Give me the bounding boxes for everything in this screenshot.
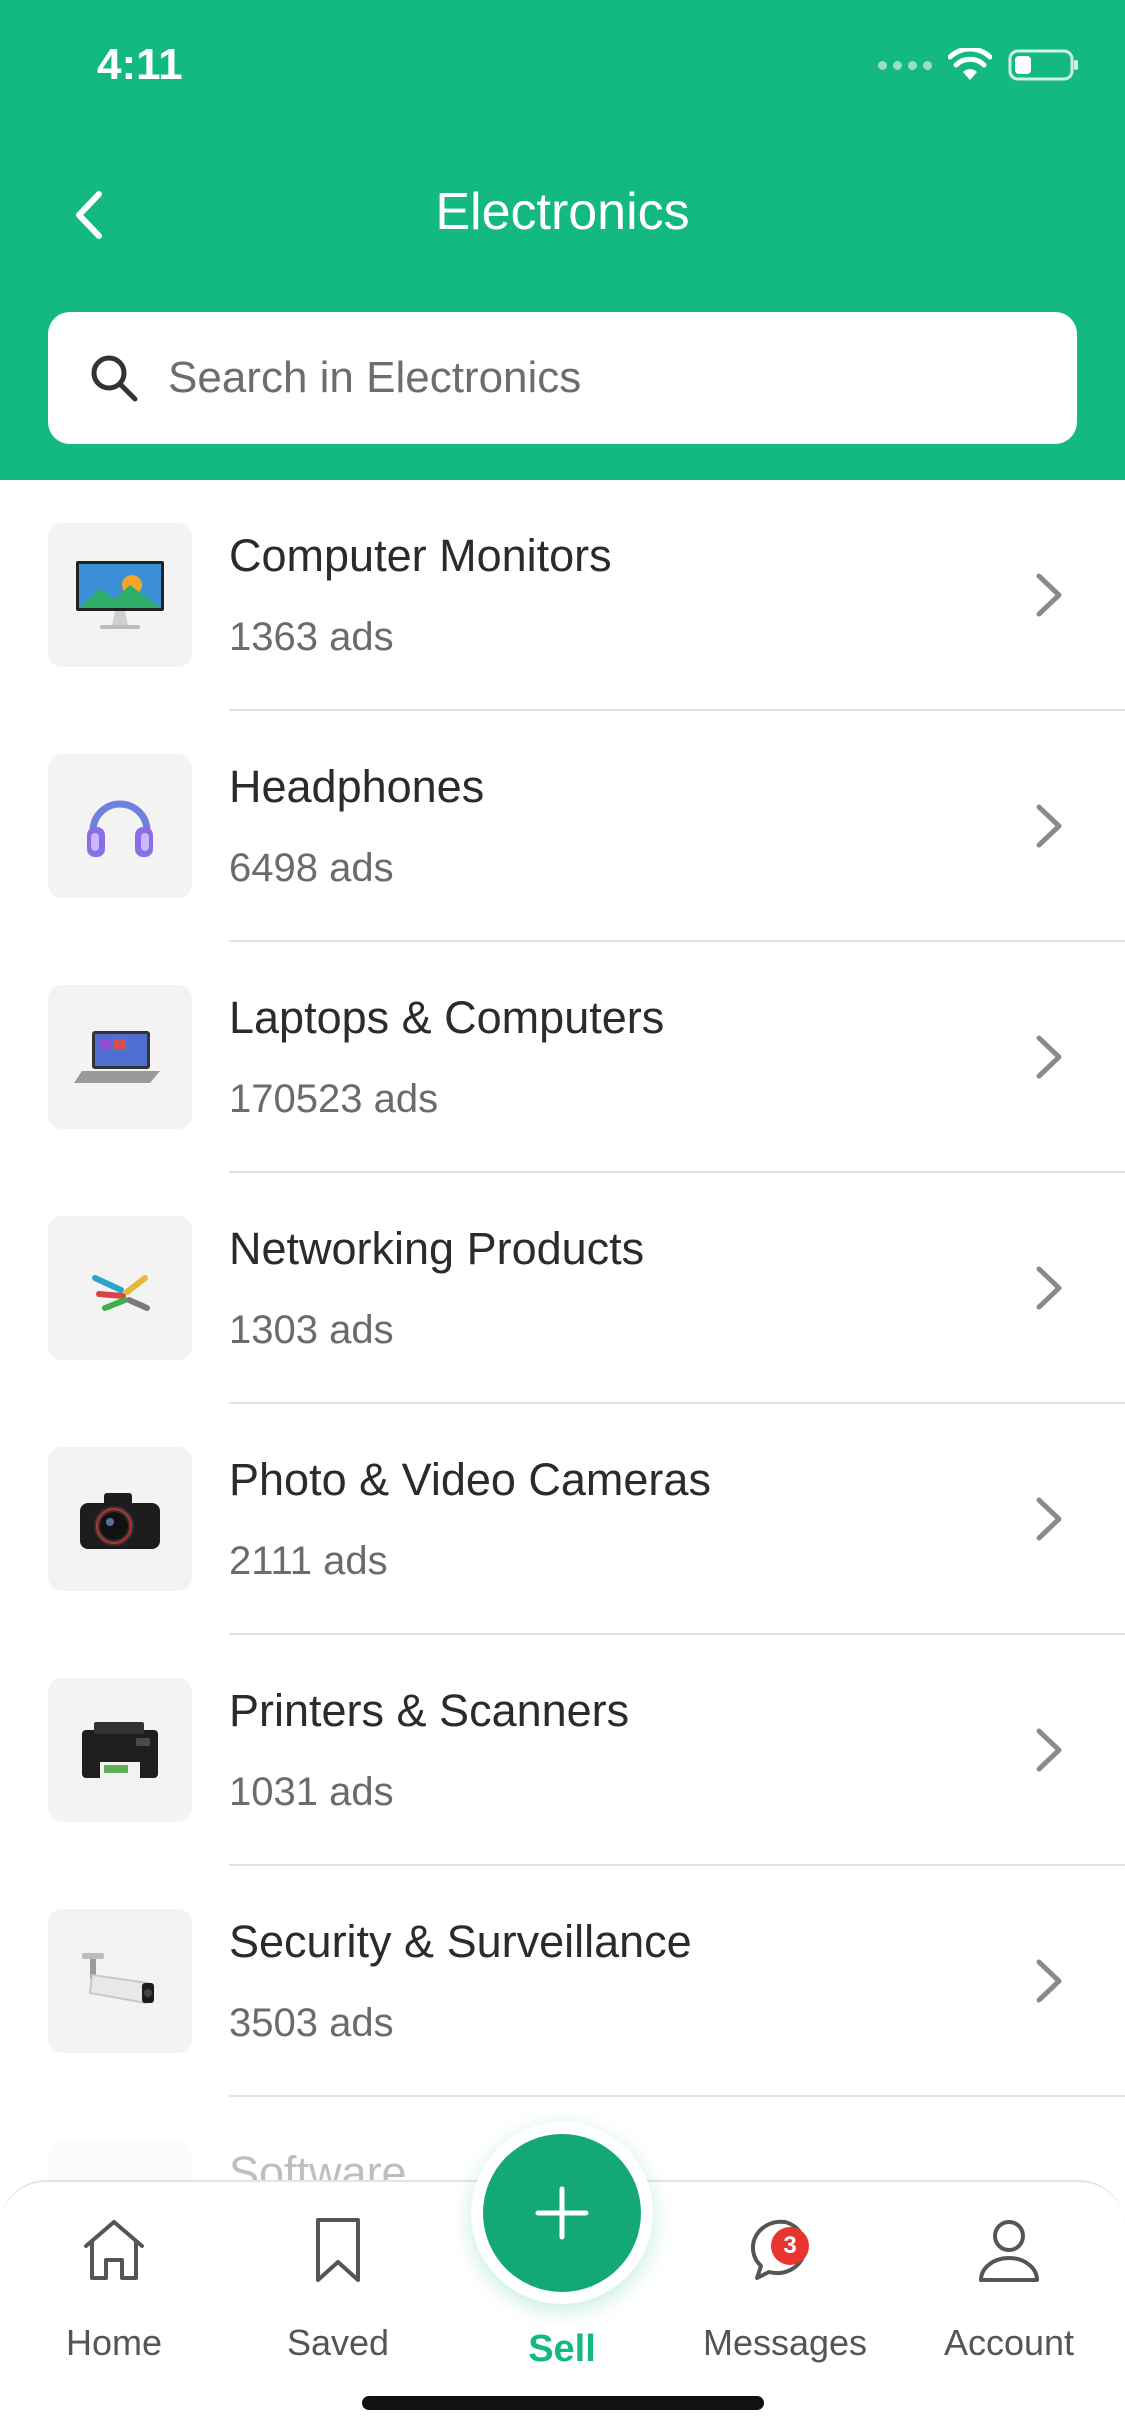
chevron-right-icon — [1036, 1959, 1062, 2003]
tab-label: Saved — [286, 2322, 390, 2363]
list-item[interactable]: Headphones 6498 ads — [0, 711, 1125, 942]
chevron-right-icon — [1036, 1497, 1062, 1541]
laptop-icon — [48, 985, 192, 1129]
list-item[interactable]: Photo & Video Cameras 2111 ads — [0, 1404, 1125, 1635]
tab-label: Home — [65, 2322, 163, 2363]
list-item[interactable]: Laptops & Computers 170523 ads — [0, 942, 1125, 1173]
list-item[interactable]: Printers & Scanners 1031 ads — [0, 1635, 1125, 1866]
page-title: Electronics — [435, 183, 690, 241]
sell-button-circle — [483, 2134, 641, 2292]
category-count: 1363 ads — [229, 615, 394, 659]
category-count: 170523 ads — [229, 1077, 439, 1121]
monitor-icon — [48, 523, 192, 667]
tab-saved[interactable]: Saved — [243, 2216, 433, 2364]
category-count: 2111 ads — [229, 1539, 388, 1583]
search-input[interactable]: Search in Electronics — [48, 312, 1077, 444]
chevron-right-icon — [1036, 1266, 1062, 1310]
category-count: 6498 ads — [229, 846, 394, 890]
list-item[interactable]: Computer Monitors 1363 ads — [0, 480, 1125, 711]
headphones-icon — [48, 754, 192, 898]
search-icon — [91, 355, 138, 402]
category-count: 1031 ads — [229, 1770, 394, 1814]
camera-icon — [48, 1447, 192, 1591]
network-cable-icon — [48, 1216, 192, 1360]
printer-icon — [48, 1678, 192, 1822]
tab-label: Messages — [702, 2322, 868, 2363]
category-name: Security & Surveillance — [229, 1916, 692, 1967]
battery-icon — [1008, 49, 1078, 81]
home-icon — [84, 2220, 144, 2280]
category-count: 1303 ads — [229, 1308, 394, 1352]
cctv-camera-icon — [48, 1909, 192, 2053]
home-indicator — [362, 2396, 764, 2410]
bookmark-icon — [316, 2218, 360, 2282]
wifi-icon — [948, 48, 992, 80]
category-count: 3503 ads — [229, 2001, 394, 2045]
messages-badge: 3 — [771, 2227, 809, 2265]
sell-label: Sell — [528, 2328, 596, 2370]
category-name: Printers & Scanners — [229, 1685, 630, 1736]
status-time: 4:11 — [97, 40, 183, 89]
chevron-right-icon — [1036, 1035, 1062, 1079]
category-name: Computer Monitors — [229, 530, 612, 581]
sell-button[interactable] — [471, 2122, 653, 2304]
category-name: Networking Products — [229, 1223, 645, 1274]
tab-home[interactable]: Home — [19, 2216, 209, 2364]
category-list: Computer Monitors 1363 ads Headphones 64… — [0, 480, 1125, 2328]
chevron-right-icon — [1036, 1728, 1062, 1772]
user-icon — [979, 2220, 1039, 2282]
tab-account[interactable]: Account — [914, 2216, 1104, 2364]
search-placeholder: Search in Electronics — [168, 353, 582, 402]
category-name: Headphones — [229, 761, 485, 812]
list-item[interactable]: Security & Surveillance 3503 ads — [0, 1866, 1125, 2097]
plus-icon — [535, 2186, 589, 2240]
header: 4:11 Electronics Search in Electronics — [0, 0, 1125, 480]
chevron-right-icon — [1036, 804, 1062, 848]
signal-icon — [878, 60, 932, 70]
list-item[interactable]: Networking Products 1303 ads — [0, 1173, 1125, 1404]
category-name: Laptops & Computers — [229, 992, 665, 1043]
chevron-right-icon — [1036, 573, 1062, 617]
status-icons — [878, 48, 1080, 82]
category-name: Photo & Video Cameras — [229, 1454, 711, 1505]
tab-label: Account — [943, 2322, 1075, 2363]
